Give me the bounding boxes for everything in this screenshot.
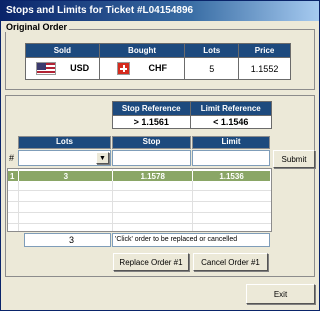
cancel-order-button[interactable]: Cancel Order #1	[193, 253, 268, 271]
stop-reference-header: Stop Reference	[112, 101, 191, 116]
table-row[interactable]: 1 3 1.1578 1.1536	[8, 171, 271, 181]
replace-order-button[interactable]: Replace Order #1	[113, 253, 189, 271]
row-limit: 1.1536	[192, 171, 271, 181]
chevron-down-icon[interactable]: ▼	[96, 152, 109, 164]
sold-header: Sold	[25, 43, 100, 58]
us-flag-icon	[35, 62, 56, 75]
price-value: 1.1552	[238, 57, 291, 80]
lots-header: Lots	[184, 43, 240, 58]
submit-button[interactable]: Submit	[273, 150, 315, 168]
limit-reference-value: < 1.1546	[189, 115, 273, 129]
exit-button[interactable]: Exit	[246, 284, 315, 304]
swiss-flag-icon	[117, 62, 131, 75]
reference-table: Stop Reference Limit Reference > 1.1561 …	[112, 101, 273, 129]
bought-cell: CHF	[98, 57, 186, 80]
selected-lots-field: 3	[24, 233, 111, 247]
title-bar[interactable]: Stops and Limits for Ticket #L04154896	[1, 1, 319, 21]
sold-cell: USD	[25, 57, 100, 80]
stop-reference-value: > 1.1561	[112, 115, 191, 129]
orders-list[interactable]: 1 3 1.1578 1.1536	[7, 168, 272, 232]
row-num: 1	[8, 171, 20, 181]
hint-box: 'Click' order to be replaced or cancelle…	[112, 233, 270, 247]
selected-lots-value: 3	[68, 235, 74, 245]
price-header: Price	[238, 43, 291, 58]
sold-currency: USD	[70, 62, 90, 73]
original-order-table: Sold Bought Lots Price USD CHF 5 1.1552	[25, 43, 291, 80]
limit-reference-header: Limit Reference	[189, 101, 273, 116]
lots-dropdown[interactable]: ▼	[18, 150, 111, 166]
entry-lots-header: Lots	[18, 136, 111, 149]
entry-stop-header: Stop	[112, 136, 191, 149]
row-stop: 1.1578	[112, 171, 194, 181]
stop-input[interactable]	[112, 150, 191, 166]
dialog-window: Stops and Limits for Ticket #L04154896 O…	[0, 0, 320, 311]
bought-currency: CHF	[148, 62, 168, 73]
lots-value: 5	[184, 57, 240, 80]
num-label: #	[9, 153, 15, 163]
entry-limit-header: Limit	[192, 136, 270, 149]
hint-text: 'Click' order to be replaced or cancelle…	[115, 236, 238, 243]
window-title: Stops and Limits for Ticket #L04154896	[6, 5, 194, 16]
bought-header: Bought	[98, 43, 186, 58]
limit-input[interactable]	[192, 150, 270, 166]
row-lots: 3	[18, 171, 114, 181]
original-order-label: Original Order	[4, 22, 70, 32]
